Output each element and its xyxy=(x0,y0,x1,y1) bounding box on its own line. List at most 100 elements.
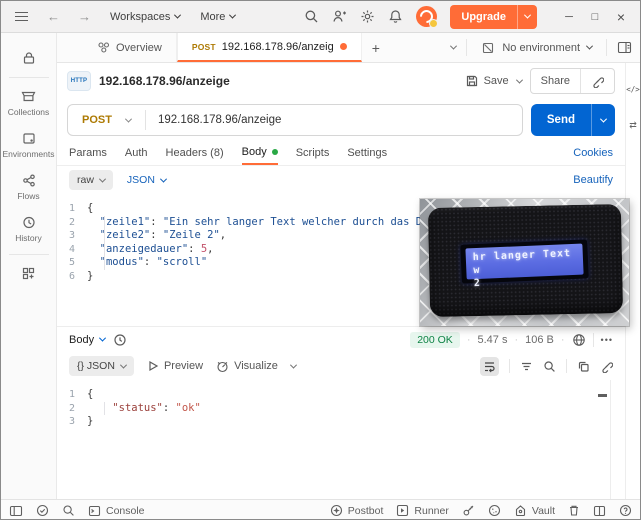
request-title[interactable]: 192.168.178.96/anzeige xyxy=(99,74,230,88)
help-icon[interactable] xyxy=(619,504,632,517)
tab-scripts[interactable]: Scripts xyxy=(296,141,330,165)
lcd-screen: hr langer Text w 2 xyxy=(465,244,583,280)
url-input[interactable]: 192.168.178.96/anzeige xyxy=(146,114,293,126)
body-language-label: JSON xyxy=(127,174,155,186)
sidebar-label: History xyxy=(15,233,41,243)
share-response-link-icon[interactable] xyxy=(600,360,613,373)
invite-user-icon[interactable] xyxy=(332,9,347,24)
sidebar-item-history[interactable]: History xyxy=(1,208,56,250)
send-button[interactable]: Send xyxy=(531,104,615,136)
find-icon[interactable] xyxy=(62,504,75,517)
line-number: 1 xyxy=(57,388,87,402)
response-more-options[interactable]: ••• xyxy=(601,335,613,345)
body-language-selector[interactable]: JSON xyxy=(127,174,166,186)
visualize-options-chevron[interactable] xyxy=(290,361,297,368)
share-label: Share xyxy=(541,75,570,87)
visualize-label: Visualize xyxy=(234,360,278,372)
code-line: 1{ xyxy=(57,388,625,402)
back-button[interactable]: ← xyxy=(40,7,67,26)
send-options-chevron[interactable] xyxy=(591,104,615,136)
save-icon xyxy=(465,74,479,88)
status-badge[interactable]: 200 OK xyxy=(410,332,460,348)
response-toolbar: {} JSON Preview Visualize xyxy=(57,352,625,380)
tab-body[interactable]: Body xyxy=(242,141,278,165)
tab-bar: Overview POST 192.168.178.96/anzeig + No… xyxy=(57,33,640,63)
window-maximize-button[interactable]: □ xyxy=(582,11,608,23)
vault-lock-icon xyxy=(514,504,527,517)
visualize-button[interactable]: Visualize xyxy=(216,360,278,373)
response-body-selector[interactable]: Body xyxy=(69,334,105,346)
lcd-bezel: hr langer Text w 2 xyxy=(460,239,589,283)
response-body-viewer[interactable]: 1{2 "status": "ok"3} xyxy=(57,380,625,499)
forward-button[interactable]: → xyxy=(71,7,98,26)
url-builder: POST 192.168.178.96/anzeige Send xyxy=(57,99,625,141)
vault-label: Vault xyxy=(532,505,555,517)
status-check-icon[interactable] xyxy=(36,504,49,517)
two-pane-icon[interactable] xyxy=(593,505,606,517)
workspaces-label: Workspaces xyxy=(110,11,170,23)
more-menu[interactable]: More xyxy=(192,7,243,27)
console-button[interactable]: Console xyxy=(88,505,145,517)
new-tab-button[interactable]: + xyxy=(362,33,390,62)
configure-sidebar-button[interactable] xyxy=(1,259,56,288)
method-selector[interactable]: POST xyxy=(68,114,145,126)
vault-button[interactable]: Vault xyxy=(514,504,555,517)
environments-icon xyxy=(21,131,37,146)
settings-gear-icon[interactable] xyxy=(360,9,375,24)
sidebar-item-flows[interactable]: Flows xyxy=(1,166,56,208)
sidebar-item-environments[interactable]: Environments xyxy=(1,124,56,166)
preview-button[interactable]: Preview xyxy=(147,360,203,372)
main-menu-button[interactable] xyxy=(7,8,36,25)
method-label: POST xyxy=(82,114,112,126)
copy-link-button[interactable] xyxy=(580,69,614,93)
upgrade-caret[interactable] xyxy=(517,5,537,29)
notifications-bell-icon[interactable] xyxy=(388,9,403,24)
tab-headers[interactable]: Headers (8) xyxy=(166,141,224,165)
response-format-selector[interactable]: {} JSON xyxy=(69,356,134,376)
search-icon[interactable] xyxy=(304,9,319,24)
tab-overview[interactable]: Overview xyxy=(83,33,177,62)
window-minimize-button[interactable]: ─ xyxy=(556,11,582,23)
postbot-button[interactable]: Postbot xyxy=(330,504,384,517)
capture-requests-icon[interactable] xyxy=(462,504,475,517)
response-history-icon[interactable] xyxy=(113,333,127,347)
sidebar-item-collections[interactable]: Collections xyxy=(1,82,56,124)
sidebar-divider xyxy=(9,254,49,255)
body-format-selector[interactable]: raw xyxy=(69,170,113,190)
wrap-lines-icon[interactable] xyxy=(480,357,499,376)
network-globe-icon[interactable] xyxy=(572,333,586,347)
workspaces-menu[interactable]: Workspaces xyxy=(102,7,188,27)
trash-icon[interactable] xyxy=(568,504,580,517)
tab-params[interactable]: Params xyxy=(69,141,107,165)
upgrade-button[interactable]: Upgrade xyxy=(450,5,537,29)
left-sidebar: Collections Environments Flows History xyxy=(1,33,57,499)
toggle-sidebar-icon[interactable] xyxy=(9,505,23,517)
console-label: Console xyxy=(106,505,145,517)
runner-button[interactable]: Runner xyxy=(396,504,448,517)
sync-requests-icon[interactable]: ⇄ xyxy=(629,120,637,131)
postman-logo[interactable] xyxy=(416,6,437,27)
tab-auth[interactable]: Auth xyxy=(125,141,148,165)
tab-list-chevron[interactable] xyxy=(450,43,457,50)
beautify-link[interactable]: Beautify xyxy=(573,174,613,186)
environment-quick-look-icon[interactable] xyxy=(617,41,632,54)
filter-icon[interactable] xyxy=(520,360,533,373)
environment-selector[interactable]: No environment xyxy=(477,41,596,55)
cookies-link[interactable]: Cookies xyxy=(573,147,613,159)
search-response-icon[interactable] xyxy=(543,360,556,373)
tab-request-active[interactable]: POST 192.168.178.96/anzeig xyxy=(177,33,362,62)
workspace-lock-icon[interactable] xyxy=(1,43,56,73)
save-button[interactable]: Save xyxy=(465,74,509,88)
code-snippet-icon[interactable]: </> xyxy=(626,85,640,94)
window-close-button[interactable]: × xyxy=(608,9,634,25)
share-button[interactable]: Share xyxy=(531,69,580,93)
copy-response-icon[interactable] xyxy=(577,360,590,373)
more-label: More xyxy=(200,11,225,23)
body-present-dot xyxy=(272,149,278,155)
response-time[interactable]: 5.47 s xyxy=(477,334,507,346)
cookies-icon[interactable] xyxy=(488,504,501,517)
tab-settings[interactable]: Settings xyxy=(347,141,387,165)
response-size[interactable]: 106 B xyxy=(525,334,554,346)
save-options-chevron[interactable] xyxy=(516,76,523,83)
play-outline-icon xyxy=(147,360,159,372)
